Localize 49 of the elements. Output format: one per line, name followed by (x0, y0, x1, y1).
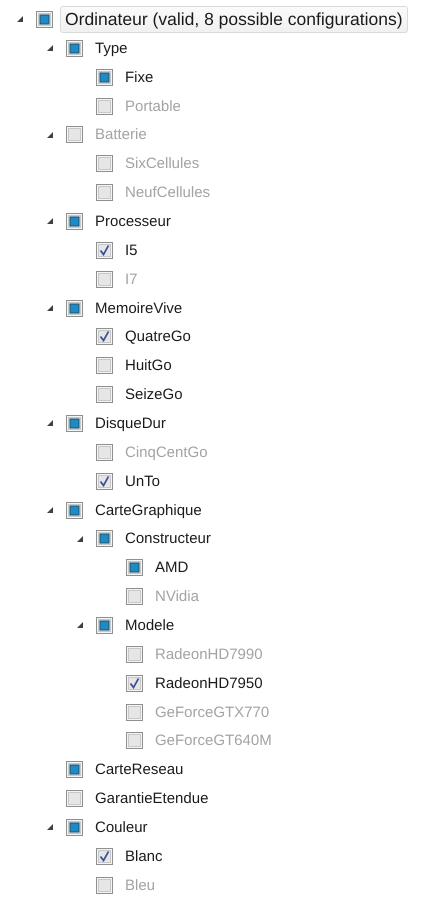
tree-item-label[interactable]: SeizeGo (120, 383, 188, 406)
collapse-arrow-icon[interactable] (46, 44, 54, 52)
tree-item-label[interactable]: AMD (150, 556, 194, 580)
checkbox[interactable] (96, 848, 113, 865)
tree-item-label[interactable]: Couleur (90, 816, 153, 839)
tree-item-label[interactable]: Constructeur (120, 527, 216, 550)
checkbox[interactable] (66, 761, 83, 778)
collapse-arrow-icon[interactable] (46, 419, 54, 428)
collapse-arrow-icon[interactable] (76, 621, 84, 630)
tree-item-label[interactable]: HuitGo (120, 354, 177, 378)
checkbox[interactable] (96, 68, 113, 86)
tree-item-label[interactable]: Modele (120, 614, 180, 637)
checkbox[interactable] (96, 386, 113, 404)
collapse-arrow-icon[interactable] (46, 217, 54, 226)
tree-item-label[interactable]: Fixe (120, 66, 158, 89)
tree-item-label[interactable]: GarantieEtendue (90, 787, 214, 810)
checkbox[interactable] (126, 559, 143, 576)
tree-item-label[interactable]: QuatreGo (120, 325, 196, 348)
tree-item-label[interactable]: CarteGraphique (90, 498, 207, 522)
checkbox[interactable] (126, 674, 143, 692)
checkbox[interactable] (66, 790, 83, 808)
checkbox[interactable] (66, 40, 83, 57)
checkbox[interactable] (66, 818, 83, 836)
collapse-arrow-icon[interactable] (76, 534, 84, 543)
collapse-arrow-icon[interactable] (46, 506, 54, 514)
tree-item-label[interactable]: UnTo (120, 470, 166, 493)
tree-item-label[interactable]: Processeur (90, 210, 176, 233)
collapse-arrow-icon[interactable] (46, 304, 54, 312)
checkbox[interactable] (36, 10, 53, 28)
tree-item-label[interactable]: I5 (120, 238, 143, 262)
checkbox[interactable] (66, 212, 83, 230)
checkbox[interactable] (96, 328, 113, 346)
collapse-arrow-icon[interactable] (46, 823, 54, 832)
tree-item-label[interactable]: Blanc (120, 844, 168, 868)
collapse-arrow-icon[interactable] (16, 15, 24, 24)
checkbox[interactable] (96, 616, 113, 634)
checkbox[interactable] (96, 357, 113, 374)
tree-item-label[interactable]: Type (90, 36, 133, 60)
tree-item-label[interactable]: Ordinateur (valid, 8 possible configurations) (60, 6, 408, 33)
checkbox[interactable] (66, 414, 83, 432)
checkbox[interactable] (96, 472, 113, 490)
checkbox[interactable] (66, 300, 83, 317)
tree-item-label[interactable]: DisqueDur (90, 412, 171, 435)
checkbox[interactable] (96, 242, 113, 259)
tree-item-label[interactable]: MemoireVive (90, 296, 188, 320)
checkbox[interactable] (96, 530, 113, 548)
tree-item-label[interactable]: RadeonHD7950 (150, 672, 268, 695)
tree-item-label[interactable]: CarteReseau (90, 758, 188, 782)
checkbox[interactable] (66, 502, 83, 519)
